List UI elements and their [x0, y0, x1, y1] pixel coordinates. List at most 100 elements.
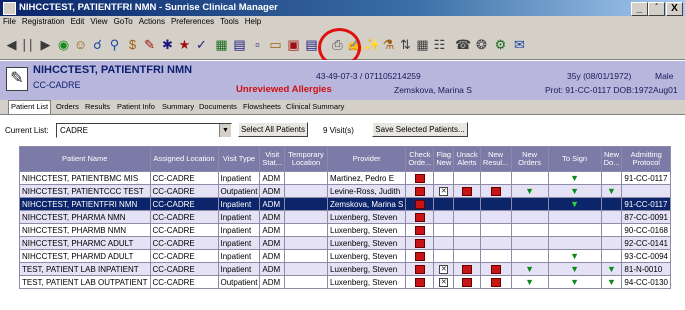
new-orders-cell[interactable] [510, 171, 549, 185]
to-sign-cell[interactable]: ▼ [547, 249, 602, 263]
new-orders-cell[interactable] [510, 249, 549, 263]
menu-goto[interactable]: GoTo [111, 16, 136, 26]
menu-preferences[interactable]: Preferences [168, 16, 217, 26]
new-documents-cell[interactable] [600, 197, 623, 211]
new-orders-cell[interactable]: ▼ [510, 184, 549, 198]
grid-icon[interactable]: ▦ [214, 37, 229, 52]
column-header[interactable]: Visit Stat... [259, 146, 286, 172]
tab-results[interactable]: Results [83, 101, 112, 113]
flag-new-cell[interactable]: ✕ [433, 184, 455, 198]
new-orders-cell[interactable] [510, 197, 549, 211]
minimize-button[interactable]: _ [631, 2, 648, 16]
new-results-cell[interactable] [479, 223, 512, 237]
to-sign-cell[interactable] [547, 210, 602, 224]
table-row[interactable]: NIHCCTEST, PHARMA NMN CC-CADRE Inpatient AD… [19, 210, 671, 224]
menu-tools[interactable]: Tools [217, 16, 242, 26]
restore-button[interactable]: ´ [648, 2, 665, 16]
new-documents-cell[interactable] [600, 236, 623, 250]
tally-icon[interactable]: ∣∣ [20, 37, 35, 52]
check-orders-cell[interactable] [405, 236, 435, 250]
new-orders-cell[interactable] [510, 210, 549, 224]
new-orders-cell[interactable]: ▼ [510, 262, 549, 276]
column-header[interactable]: New Resul... [479, 146, 512, 172]
flag-new-cell[interactable]: ✕ [433, 262, 455, 276]
network-icon[interactable]: ☷ [432, 37, 447, 52]
new-results-cell[interactable] [479, 171, 512, 185]
to-sign-cell[interactable] [547, 236, 602, 250]
column-header[interactable]: Unack Alerts [453, 146, 481, 172]
table-row[interactable]: NIHCCTEST, PATIENTBMC MIS CC-CADRE Inpatie… [19, 171, 671, 185]
flag-new-cell[interactable] [433, 249, 455, 263]
check-orders-cell[interactable] [405, 184, 435, 198]
tab-orders[interactable]: Orders [54, 101, 81, 113]
menu-actions[interactable]: Actions [136, 16, 168, 26]
new-orders-cell[interactable] [510, 223, 549, 237]
new-documents-cell[interactable] [600, 223, 623, 237]
new-documents-cell[interactable]: ▼ [600, 184, 623, 198]
settings-icon[interactable]: ⚙ [493, 37, 508, 52]
chart-icon[interactable]: ▤ [232, 37, 247, 52]
clipboard-icon[interactable]: ▭ [268, 37, 283, 52]
unack-alerts-cell[interactable] [453, 236, 481, 250]
new-results-cell[interactable] [479, 236, 512, 250]
new-results-cell[interactable] [479, 249, 512, 263]
close-button[interactable]: X [666, 2, 683, 16]
tab-documents[interactable]: Documents [197, 101, 239, 113]
column-header[interactable]: Provider [327, 146, 407, 172]
column-header[interactable]: New Orders [510, 146, 549, 172]
unack-alerts-cell[interactable] [453, 275, 481, 289]
unack-alerts-cell[interactable] [453, 197, 481, 211]
search-icon[interactable]: ☌ [90, 37, 105, 52]
check-orders-cell[interactable] [405, 262, 435, 276]
flag-new-cell[interactable]: ✕ [433, 275, 455, 289]
magnifier-icon[interactable]: ⚲ [107, 37, 122, 52]
new-orders-cell[interactable] [510, 236, 549, 250]
new-documents-cell[interactable] [600, 249, 623, 263]
person-icon[interactable]: ★ [177, 37, 192, 52]
check-orders-cell[interactable] [405, 223, 435, 237]
sort-icon[interactable]: ⇅ [398, 37, 413, 52]
to-sign-cell[interactable]: ▼ [547, 184, 602, 198]
new-results-cell[interactable] [479, 275, 512, 289]
allergy-status[interactable]: Unreviewed Allergies [236, 84, 332, 95]
flag-new-cell[interactable] [433, 171, 455, 185]
column-header[interactable]: Admitting Protocol [621, 146, 671, 172]
menu-edit[interactable]: Edit [68, 16, 88, 26]
column-header[interactable]: Assigned Location [149, 146, 219, 172]
globe-icon[interactable]: ◉ [56, 37, 71, 52]
check-orders-cell[interactable] [405, 249, 435, 263]
to-sign-cell[interactable]: ▼ [547, 171, 602, 185]
new-documents-cell[interactable] [600, 171, 623, 185]
unack-alerts-cell[interactable] [453, 249, 481, 263]
unack-alerts-cell[interactable] [453, 184, 481, 198]
table-row[interactable]: TEST, PATIENT LAB INPATIENT CC-CADRE Inpat… [19, 262, 671, 276]
select-all-patients-button[interactable]: Select All Patients [238, 122, 308, 137]
to-sign-cell[interactable] [547, 223, 602, 237]
flag-new-cell[interactable] [433, 223, 455, 237]
table-row[interactable]: NIHCCTEST, PATIENTCCC TEST CC-CADRE Outpat… [19, 184, 671, 198]
save-selected-patients-button[interactable]: Save Selected Patients... [372, 122, 468, 137]
patient-icon[interactable]: ☺ [73, 37, 88, 52]
unack-alerts-cell[interactable] [453, 223, 481, 237]
table-icon[interactable]: ▦ [415, 37, 430, 52]
phone-icon[interactable]: ☎ [455, 37, 471, 52]
table-row[interactable]: NIHCCTEST, PATIENTFRI NMN CC-CADRE Inpatie… [19, 197, 671, 211]
column-header[interactable]: New Do... [600, 146, 623, 172]
flag-new-cell[interactable] [433, 210, 455, 224]
column-header[interactable]: To Sign [547, 146, 602, 172]
forward-icon[interactable]: ▶ [38, 37, 53, 52]
flag-new-cell[interactable] [433, 236, 455, 250]
check-orders-cell[interactable] [405, 171, 435, 185]
calendar-icon[interactable]: ▣ [286, 37, 301, 52]
check-orders-cell[interactable] [405, 197, 435, 211]
new-documents-cell[interactable]: ▼ [600, 275, 623, 289]
table-row[interactable]: NIHCCTEST, PHARMB NMN CC-CADRE Inpatient AD… [19, 223, 671, 237]
table-row[interactable]: TEST, PATIENT LAB OUTPATIENT CC-CADRE Outp… [19, 275, 671, 289]
current-list-dropdown[interactable]: CADRE ▼ [56, 123, 232, 138]
unack-alerts-cell[interactable] [453, 210, 481, 224]
new-results-cell[interactable] [479, 184, 512, 198]
tab-clinical-summary[interactable]: Clinical Summary [284, 101, 346, 113]
new-orders-cell[interactable]: ▼ [510, 275, 549, 289]
new-documents-cell[interactable]: ▼ [600, 262, 623, 276]
tab-patient-list[interactable]: Patient List [8, 100, 52, 115]
